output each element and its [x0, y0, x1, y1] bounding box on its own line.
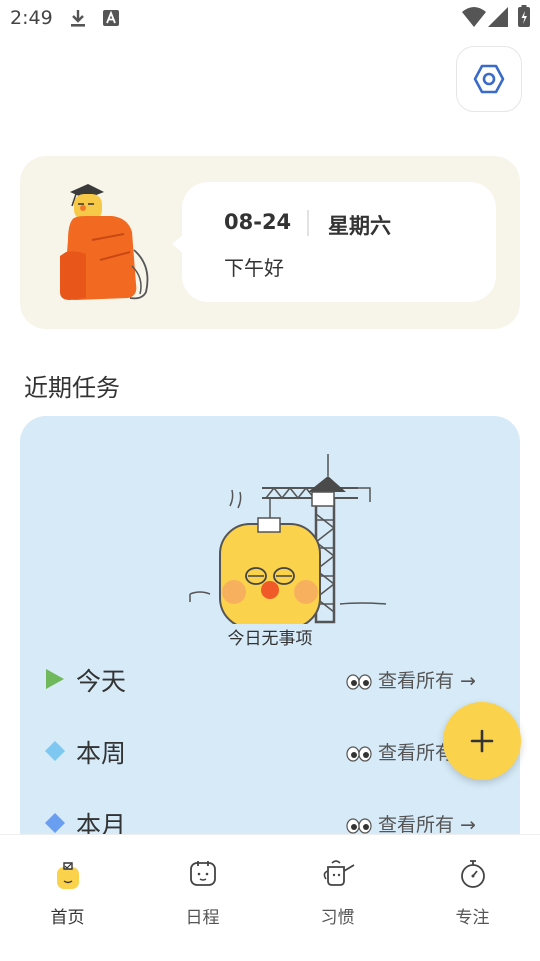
status-time: 2:49	[10, 7, 53, 29]
arrow-right-icon: →	[460, 814, 476, 836]
plus-icon	[470, 729, 494, 753]
nav-home[interactable]: 首页	[0, 835, 135, 945]
greeting-message: 下午好	[224, 256, 284, 280]
view-all-label: 查看所有	[378, 670, 455, 692]
download-icon	[71, 10, 85, 27]
add-task-fab[interactable]	[443, 702, 521, 780]
view-all-today-link[interactable]: 查看所有 →	[346, 666, 476, 693]
signal-icon	[488, 7, 508, 27]
greeting-date: 08-24	[224, 210, 292, 234]
wifi-icon	[462, 7, 486, 27]
eyes-icon	[346, 673, 372, 690]
view-all-month-link[interactable]: 查看所有 →	[346, 810, 476, 837]
date-separator	[307, 210, 309, 236]
arrow-right-icon: →	[460, 670, 476, 692]
empty-state-text: 今日无事项	[227, 629, 313, 649]
calendar-icon	[189, 861, 216, 886]
nav-label: 专注	[455, 908, 490, 928]
bottom-nav: 首页 日程 习惯 专注	[0, 834, 540, 961]
nav-label: 首页	[50, 908, 85, 928]
triangle-marker-icon	[46, 669, 64, 689]
watering-can-icon	[323, 860, 354, 886]
task-row-today[interactable]: 今天 查看所有 →	[20, 658, 520, 698]
keyboard-a-icon	[103, 10, 119, 26]
nav-focus[interactable]: 专注	[405, 835, 540, 945]
nav-label: 日程	[185, 908, 220, 928]
nav-schedule[interactable]: 日程	[135, 835, 270, 945]
status-bar: 2:49	[0, 0, 540, 36]
recent-tasks-title: 近期任务	[24, 374, 120, 402]
diamond-marker-icon	[45, 741, 65, 761]
settings-hexagon-icon	[473, 64, 505, 94]
eyes-icon	[346, 745, 372, 762]
stopwatch-icon	[460, 860, 485, 888]
view-all-label: 查看所有	[378, 814, 455, 836]
greeting-card: 08-24 星期六 下午好	[20, 156, 520, 329]
recent-tasks-card: 今日无事项 今天 查看所有→ 本周 查看所有→	[20, 416, 520, 876]
task-row-label: 本周	[76, 739, 127, 768]
settings-button[interactable]	[456, 46, 522, 112]
nav-label: 习惯	[320, 908, 355, 928]
task-row-label: 今天	[76, 667, 127, 696]
greeting-weekday: 星期六	[328, 214, 391, 238]
battery-icon	[518, 5, 530, 27]
empty-crane-mascot-illustration	[189, 454, 387, 624]
greeting-bubble: 08-24 星期六 下午好	[172, 182, 496, 302]
home-mascot-icon	[56, 862, 79, 889]
nav-habits[interactable]: 习惯	[270, 835, 405, 945]
bubble-tail	[172, 234, 184, 254]
mascot-with-backpack-illustration	[60, 184, 149, 300]
diamond-marker-icon	[45, 813, 65, 833]
eyes-icon	[346, 817, 372, 834]
